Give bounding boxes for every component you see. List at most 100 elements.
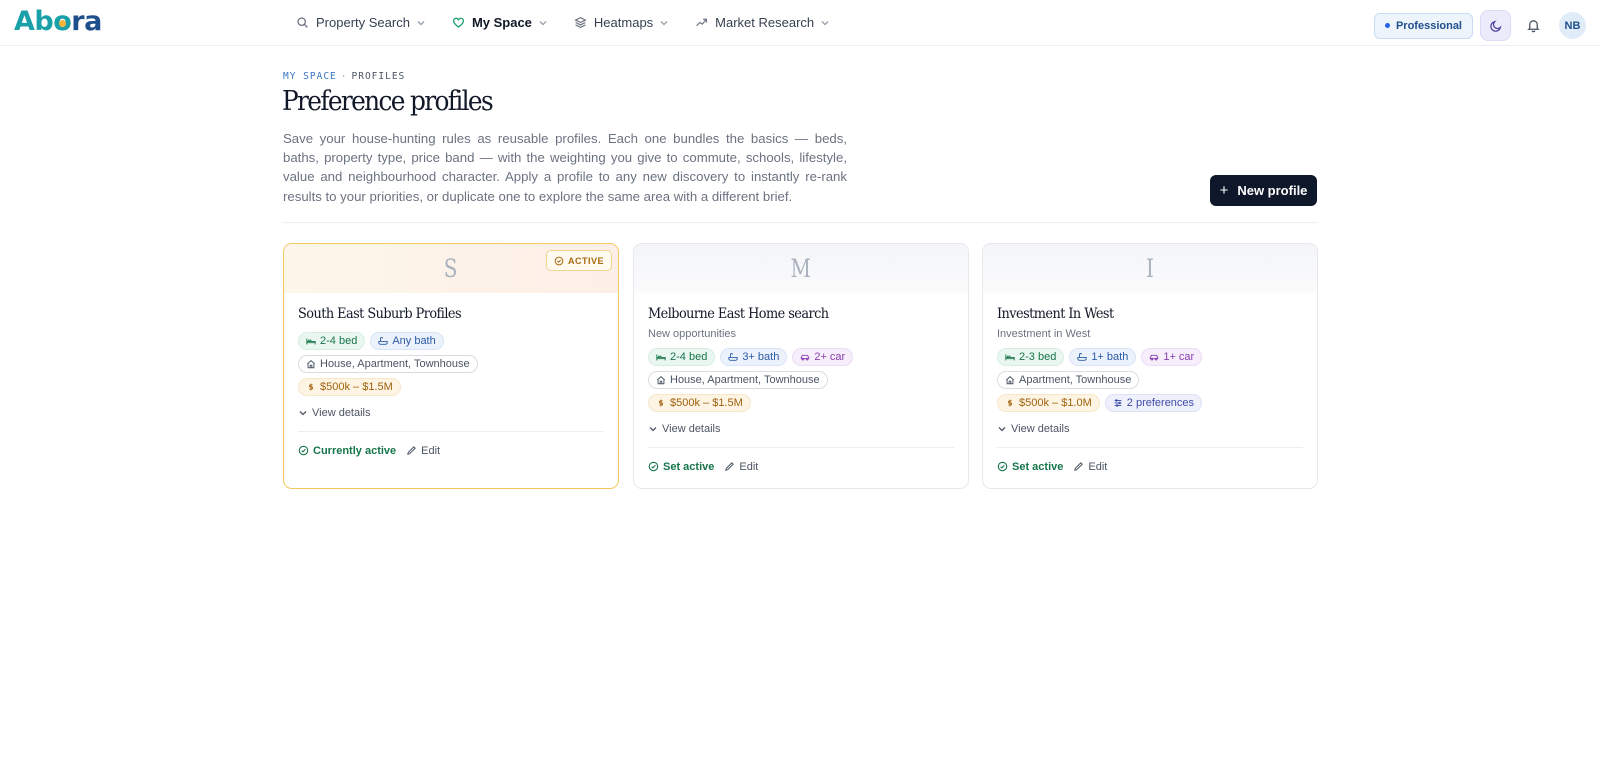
breadcrumb-separator: · — [340, 71, 348, 82]
plus-icon: + — [1219, 182, 1229, 199]
plan-badge[interactable]: Professional — [1373, 12, 1473, 39]
dollar-icon — [1007, 399, 1013, 407]
chevron-down-icon — [660, 20, 668, 25]
car-chip: 1+ car — [1141, 348, 1203, 366]
price-label: $500k – $1.5M — [320, 381, 393, 393]
profile-initial: M — [790, 254, 812, 283]
profile-card-footer: Currently active Edit — [298, 431, 604, 469]
pencil-icon — [725, 462, 735, 471]
bed-label: 2-4 bed — [320, 335, 358, 347]
bath-chip: 3+ bath — [720, 348, 788, 366]
bath-label: Any bath — [392, 335, 436, 347]
bath-label: 1+ bath — [1091, 351, 1129, 363]
home-icon — [306, 360, 316, 369]
profile-chips-price: $500k – $1.0M 2 preferences — [997, 394, 1303, 412]
profile-name: Investment In West — [997, 306, 1114, 322]
property-type-chip: Apartment, Townhouse — [997, 371, 1140, 389]
page-title: Preference profiles — [282, 86, 494, 117]
nav-label: Property Search — [316, 15, 410, 30]
check-circle-icon — [554, 256, 564, 265]
car-label: 2+ car — [814, 351, 846, 363]
price-label: $500k – $1.5M — [670, 397, 743, 409]
plan-dot-icon — [1384, 23, 1390, 28]
user-avatar[interactable]: NB — [1559, 12, 1586, 39]
bath-chip: 1+ bath — [1069, 348, 1137, 366]
home-icon — [656, 376, 666, 385]
price-chip: $500k – $1.5M — [298, 378, 401, 396]
car-chip: 2+ car — [792, 348, 854, 366]
breadcrumb: MY SPACE · PROFILES — [283, 71, 405, 82]
edit-profile-button[interactable]: Edit — [724, 461, 758, 473]
nav-my-space[interactable]: My Space — [448, 8, 552, 38]
nav-label: Heatmaps — [593, 15, 654, 30]
logo-text-part2: o — [53, 6, 72, 37]
pencil-icon — [407, 446, 417, 455]
currently-active-status: Currently active — [298, 445, 396, 457]
logo-text-part3: ra — [71, 6, 102, 37]
edit-label: Edit — [1088, 460, 1108, 473]
divider — [283, 222, 1317, 223]
price-chip: $500k – $1.5M — [648, 394, 751, 412]
abora-logo[interactable]: Abora — [14, 6, 102, 37]
top-navigation-bar: Abora Property Search My Space Heatmaps … — [0, 0, 1600, 46]
sliders-icon — [1114, 399, 1122, 407]
breadcrumb-profiles: PROFILES — [351, 71, 406, 82]
notifications-button[interactable] — [1523, 16, 1543, 36]
view-details-toggle[interactable]: View details — [648, 422, 954, 436]
profile-card-header: S ACTIVE — [284, 244, 618, 293]
logo-text-part1: Ab — [14, 6, 54, 37]
profile-chips-price: $500k – $1.5M — [648, 394, 954, 412]
profile-chips-types: Apartment, Townhouse — [997, 371, 1303, 389]
edit-profile-button[interactable]: Edit — [406, 445, 440, 457]
active-badge-label: ACTIVE — [567, 255, 604, 266]
nav-property-search[interactable]: Property Search — [292, 8, 430, 38]
profile-card-footer: Set active Edit — [997, 447, 1303, 485]
view-details-toggle[interactable]: View details — [997, 422, 1303, 436]
bed-chip: 2-4 bed — [648, 348, 716, 366]
bed-icon — [1005, 354, 1015, 361]
profile-card-footer: Set active Edit — [648, 447, 954, 485]
check-circle-icon — [997, 461, 1008, 472]
bed-label: 2-3 bed — [1019, 351, 1057, 363]
status-label: Currently active — [313, 444, 397, 457]
set-active-button[interactable]: Set active — [997, 461, 1063, 473]
set-active-label: Set active — [663, 460, 715, 473]
bell-icon — [1526, 20, 1540, 33]
bath-chip: Any bath — [370, 332, 444, 350]
property-type-chip: House, Apartment, Townhouse — [298, 355, 478, 373]
view-details-label: View details — [312, 407, 371, 419]
profile-card[interactable]: M Melbourne East Home search New opportu… — [633, 243, 969, 489]
nav-heatmaps[interactable]: Heatmaps — [570, 8, 673, 38]
nav-market-research[interactable]: Market Research — [691, 8, 834, 38]
car-icon — [801, 354, 810, 361]
theme-toggle-button[interactable] — [1480, 10, 1511, 41]
bath-label: 3+ bath — [742, 351, 780, 363]
profile-card-header: I — [983, 244, 1317, 293]
price-label: $500k – $1.0M — [1019, 397, 1092, 409]
breadcrumb-my-space[interactable]: MY SPACE — [283, 71, 337, 82]
nav-label: Market Research — [715, 15, 815, 30]
heart-icon — [452, 17, 464, 28]
profile-card-header: M — [634, 244, 968, 293]
profile-card[interactable]: S ACTIVE South East Suburb Profiles 2-4 … — [283, 243, 619, 489]
profile-chips-types: House, Apartment, Townhouse — [298, 355, 604, 373]
property-type-label: House, Apartment, Townhouse — [670, 374, 820, 386]
preferences-chip: 2 preferences — [1104, 394, 1203, 412]
property-type-chip: House, Apartment, Townhouse — [648, 371, 828, 389]
dollar-icon — [308, 383, 314, 391]
new-profile-button[interactable]: + New profile — [1210, 175, 1317, 206]
set-active-button[interactable]: Set active — [648, 461, 714, 473]
bed-label: 2-4 bed — [670, 351, 708, 363]
view-details-toggle[interactable]: View details — [298, 406, 604, 420]
bed-chip: 2-4 bed — [298, 332, 366, 350]
page-description: Save your house-hunting rules as reusabl… — [283, 131, 847, 204]
layers-icon — [574, 16, 587, 29]
edit-profile-button[interactable]: Edit — [1073, 461, 1107, 473]
profile-name: Melbourne East Home search — [648, 306, 829, 322]
bed-icon — [306, 338, 316, 345]
profile-card[interactable]: I Investment In West Investment in West … — [982, 243, 1318, 489]
check-circle-icon — [648, 461, 659, 472]
set-active-label: Set active — [1012, 460, 1064, 473]
property-type-label: Apartment, Townhouse — [1019, 374, 1132, 386]
chevron-down-icon — [539, 20, 547, 25]
